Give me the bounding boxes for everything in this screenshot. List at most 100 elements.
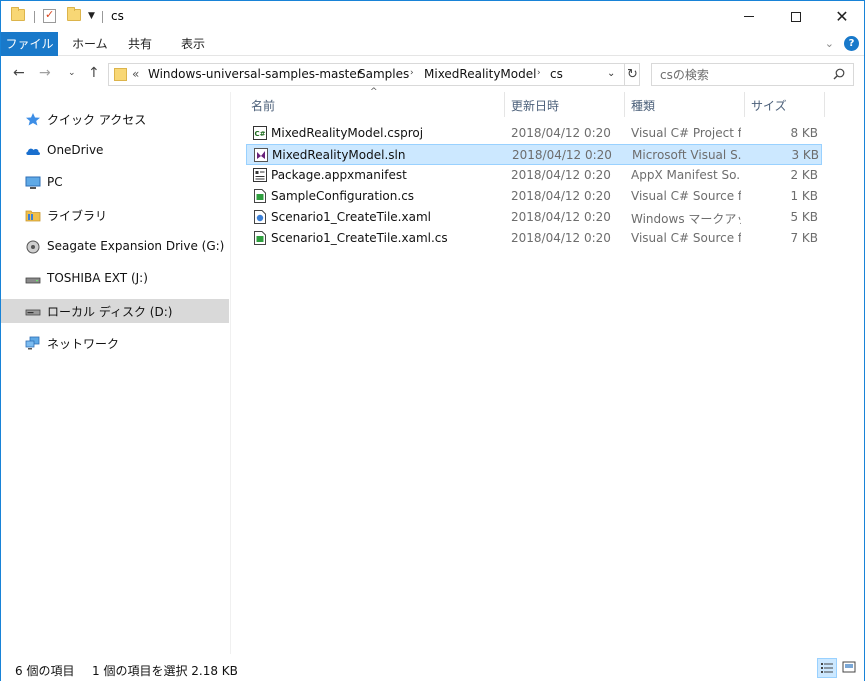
sidebar-item-quick-access[interactable]: クイック アクセス [1,107,229,131]
file-type: Visual C# Source file [631,231,741,245]
file-name: Scenario1_CreateTile.xaml [271,210,431,224]
sidebar-item-label: PC [47,175,63,189]
file-list: C# MixedRealityModel.csproj 2018/04/12 0… [246,123,822,249]
file-date: 2018/04/12 0:20 [511,189,611,203]
breadcrumb-cs[interactable]: cs [550,67,563,81]
sidebar-item-network[interactable]: ネットワーク [1,331,229,355]
network-icon [25,336,40,350]
status-selection: 1 個の項目を選択 2.18 KB [92,664,238,678]
file-type: Microsoft Visual S... [632,148,742,162]
minimize-button[interactable] [726,1,772,32]
file-name: MixedRealityModel.sln [272,148,406,162]
details-view-button[interactable] [817,658,837,678]
navigation-pane: クイック アクセス OneDrive PC ライブラリ Seagate Expa… [1,92,230,654]
large-icons-view-button[interactable] [840,658,860,678]
column-separator[interactable] [504,92,505,117]
csproj-icon: C# [253,126,267,140]
navigation-bar: ← → ⌄ ↑ « Windows-universal-samples-mast… [1,57,864,91]
title-bar: ▼ cs ✕ [1,1,864,32]
refresh-icon[interactable]: ↻ [624,64,640,85]
sidebar-item-library[interactable]: ライブラリ [1,203,229,227]
breadcrumb-windows-universal-samples-master[interactable]: Windows-universal-samples-master [148,67,362,81]
breadcrumb-mixedrealitymodel[interactable]: MixedRealityModel [424,67,536,81]
sidebar-item-seagate-drive[interactable]: Seagate Expansion Drive (G:) [1,235,229,259]
file-date: 2018/04/12 0:20 [511,231,611,245]
search-box[interactable] [651,63,854,86]
file-size: 3 KB [791,148,819,162]
svg-text:C#: C# [254,130,265,138]
breadcrumb-chevron-icon[interactable]: › [537,68,541,78]
column-separator[interactable] [824,92,825,117]
close-button[interactable]: ✕ [819,1,865,32]
file-date: 2018/04/12 0:20 [511,126,611,140]
new-folder-icon[interactable] [67,7,81,21]
folder-icon [11,7,25,21]
properties-icon[interactable] [43,8,56,23]
file-date: 2018/04/12 0:20 [511,210,611,224]
tab-view[interactable]: 表示 [169,32,217,56]
help-icon[interactable]: ? [844,36,859,51]
title-separator [102,11,103,23]
column-headers: ^ 名前 更新日時 種類 サイズ [246,87,826,117]
recent-locations-chevron-icon[interactable]: ⌄ [68,68,76,78]
search-input[interactable] [652,64,827,85]
sidebar-item-label: ライブラリ [47,209,108,223]
large-icons-view-icon [842,661,856,673]
sidebar-item-local-disk-d[interactable]: ローカル ディスク (D:) [1,299,229,323]
breadcrumb-chevron-icon[interactable]: › [344,68,348,78]
sidebar-item-label: ローカル ディスク (D:) [47,305,173,319]
file-size: 5 KB [790,210,818,224]
column-header-name[interactable]: 名前 [251,97,275,114]
table-row[interactable]: MixedRealityModel.sln 2018/04/12 0:20 Mi… [246,144,822,165]
pane-divider[interactable] [230,92,231,654]
close-icon: ✕ [835,6,849,26]
address-history-dropdown-icon[interactable]: ⌄ [607,68,615,79]
breadcrumb-overflow[interactable]: « [132,67,139,81]
local-disk-icon [25,309,41,316]
star-icon [26,113,40,126]
sidebar-item-label: クイック アクセス [47,113,147,127]
column-header-date[interactable]: 更新日時 [511,97,559,114]
table-row[interactable]: Package.appxmanifest 2018/04/12 0:20 App… [246,165,822,186]
ribbon-tabs: ファイル ホーム 共有 表示 ⌄ ? [1,32,864,56]
table-row[interactable]: SampleConfiguration.cs 2018/04/12 0:20 V… [246,186,822,207]
back-arrow-icon[interactable]: ← [13,65,25,81]
sidebar-item-pc[interactable]: PC [1,171,229,195]
column-header-type[interactable]: 種類 [631,97,655,114]
tab-home[interactable]: ホーム [60,32,120,56]
maximize-icon [791,11,801,22]
forward-arrow-icon[interactable]: → [39,65,51,81]
table-row[interactable]: Scenario1_CreateTile.xaml.cs 2018/04/12 … [246,228,822,249]
column-separator[interactable] [624,92,625,117]
table-row[interactable]: C# MixedRealityModel.csproj 2018/04/12 0… [246,123,822,144]
disc-drive-icon [26,240,40,254]
file-date: 2018/04/12 0:20 [511,168,611,182]
sidebar-item-label: ネットワーク [47,337,120,351]
sidebar-item-onedrive[interactable]: OneDrive [1,139,229,163]
address-bar[interactable]: « Windows-universal-samples-master › Sam… [108,63,640,86]
cs-file-icon [254,231,266,245]
manifest-icon [253,168,267,182]
file-size: 2 KB [790,168,818,182]
table-row[interactable]: Scenario1_CreateTile.xaml 2018/04/12 0:2… [246,207,822,228]
column-separator[interactable] [744,92,745,117]
file-type: Visual C# Source file [631,189,741,203]
maximize-button[interactable] [773,1,819,32]
visual-studio-solution-icon [254,148,268,162]
up-arrow-icon[interactable]: ↑ [88,65,100,81]
file-name: Scenario1_CreateTile.xaml.cs [271,231,448,245]
library-folder-icon [25,210,41,222]
window-title: cs [111,9,124,23]
customize-quick-access-dropdown-icon[interactable]: ▼ [88,11,95,21]
sidebar-item-toshiba-ext[interactable]: TOSHIBA EXT (J:) [1,267,229,291]
search-icon[interactable] [833,68,845,80]
breadcrumb-samples[interactable]: Samples [358,67,409,81]
column-header-size[interactable]: サイズ [751,97,787,114]
tab-file[interactable]: ファイル [1,32,58,56]
details-view-icon [821,663,833,673]
breadcrumb-chevron-icon[interactable]: › [410,68,414,78]
external-drive-icon [25,277,41,284]
expand-ribbon-chevron-icon[interactable]: ⌄ [825,37,834,50]
status-item-count: 6 個の項目 [15,664,75,678]
tab-share[interactable]: 共有 [116,32,164,56]
